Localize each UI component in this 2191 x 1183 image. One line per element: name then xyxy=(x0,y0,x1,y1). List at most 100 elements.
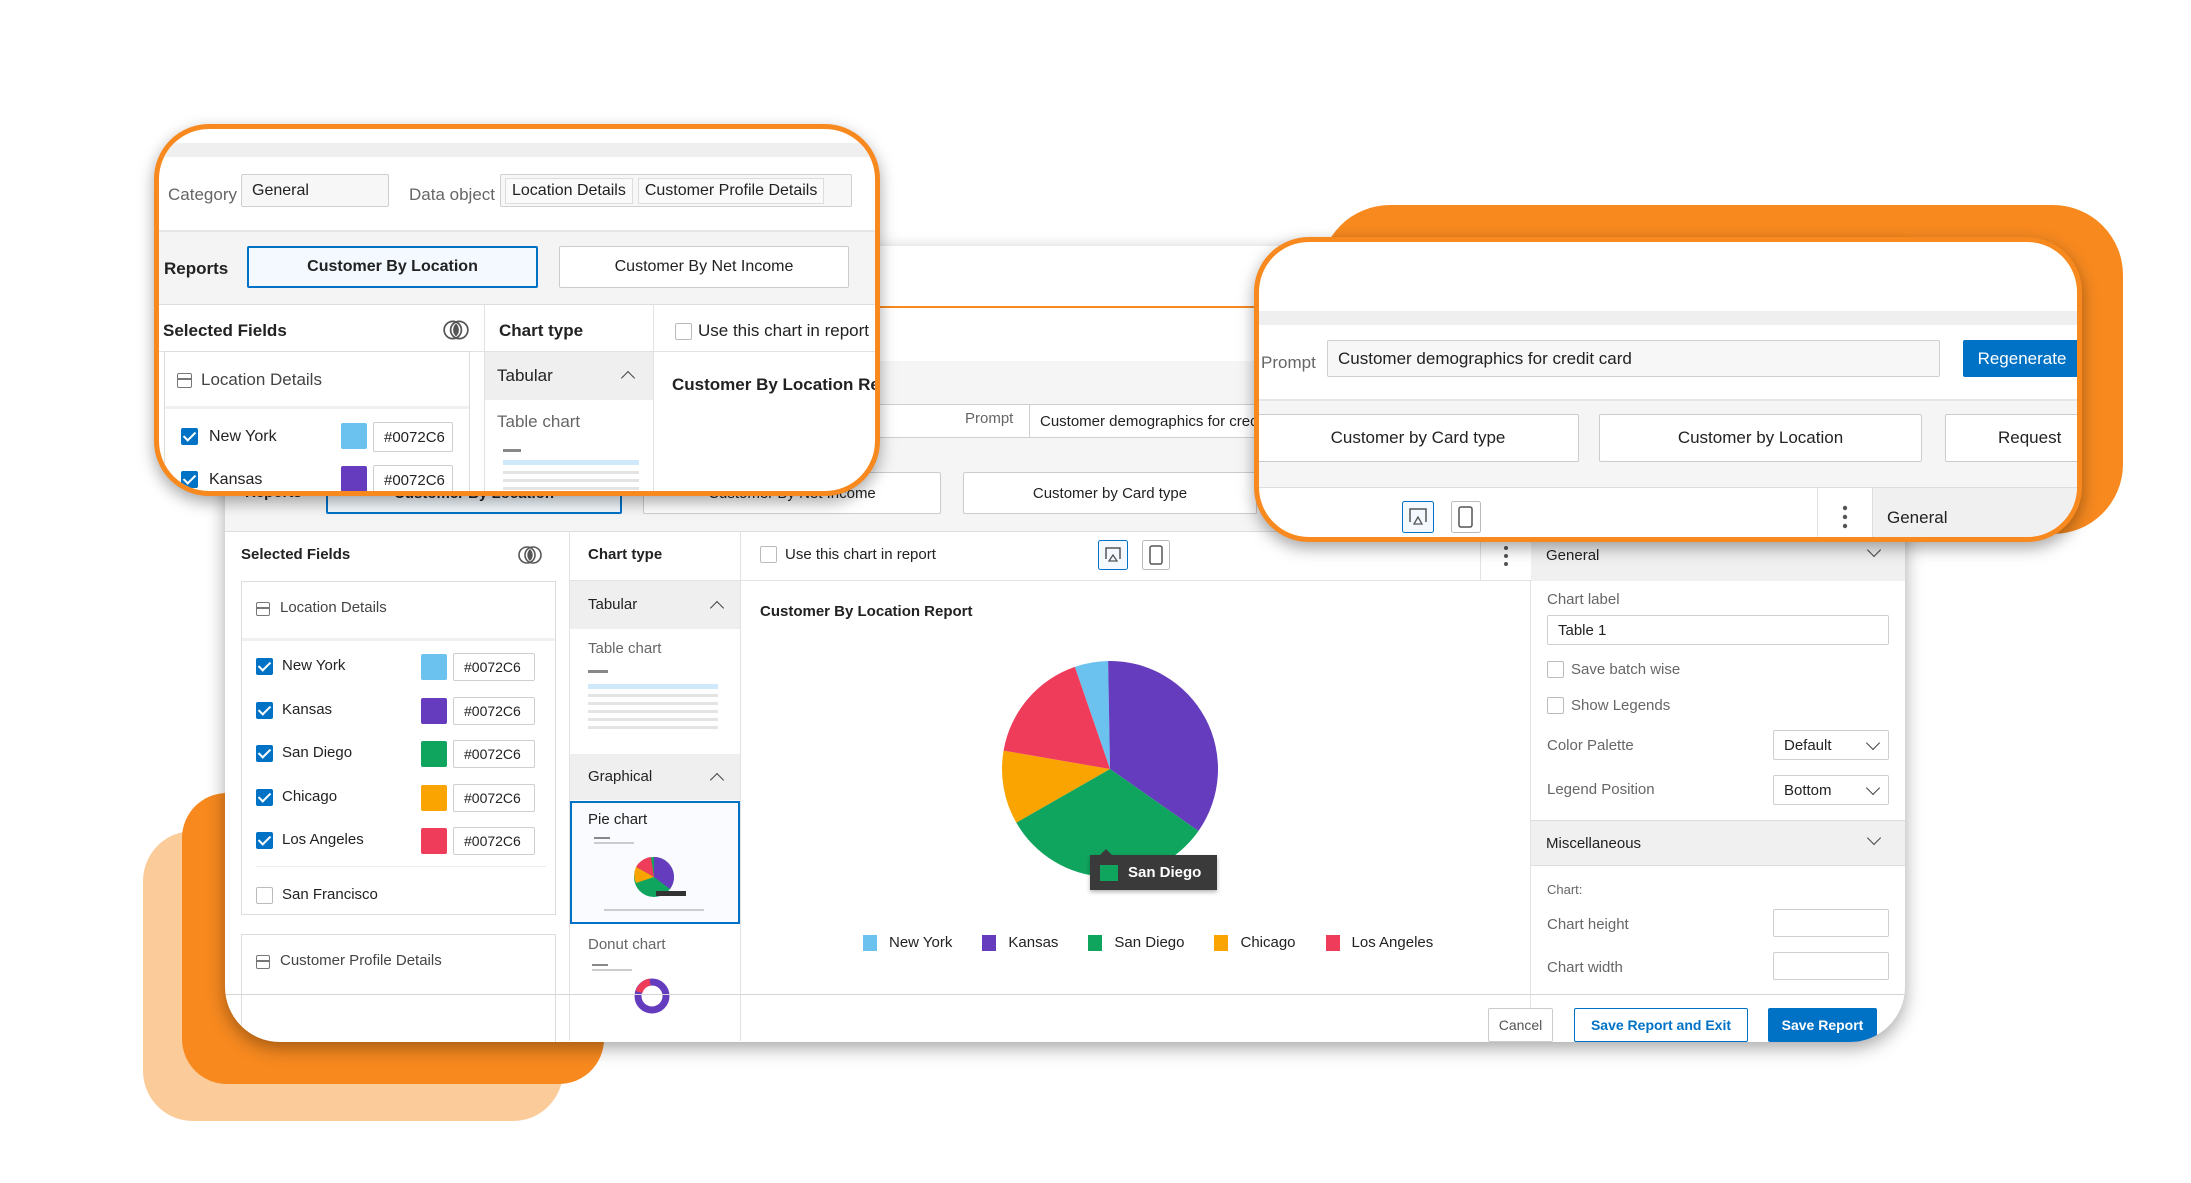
chart-option-donut[interactable]: Donut chart xyxy=(570,924,740,1042)
color-swatch[interactable] xyxy=(421,654,447,680)
select-value: Default xyxy=(1784,736,1832,754)
properties-general-header[interactable]: General xyxy=(1872,488,2077,537)
prompt-input[interactable]: Customer demographics for credit card xyxy=(1327,340,1940,377)
legend-swatch xyxy=(1325,934,1340,951)
ai-tab-card-type[interactable]: Customer by Card type xyxy=(1259,414,1579,462)
preview-title: Customer By Location Report xyxy=(760,603,973,620)
more-options-icon[interactable] xyxy=(1503,545,1509,567)
divider xyxy=(225,994,1905,995)
field-checkbox-kansas[interactable] xyxy=(256,702,273,719)
properties-misc-header[interactable]: Miscellaneous xyxy=(1531,820,1905,866)
field-checkbox-los-angeles[interactable] xyxy=(256,832,273,849)
field-label: New York xyxy=(282,657,346,674)
group-title: Customer Profile Details xyxy=(280,952,442,969)
color-swatch[interactable] xyxy=(341,423,367,449)
field-label: Kansas xyxy=(209,471,263,488)
field-checkbox-san-francisco[interactable] xyxy=(256,887,273,904)
data-object-chip[interactable]: Location Details xyxy=(505,177,633,204)
chart-option-table[interactable]: Table chart xyxy=(570,630,735,754)
legend-item[interactable]: New York xyxy=(863,934,952,951)
color-swatch[interactable] xyxy=(421,785,447,811)
regenerate-button[interactable]: Regenerate xyxy=(1963,340,2077,377)
table-chart-thumbnail xyxy=(588,666,718,736)
legend-position-select[interactable]: Bottom xyxy=(1773,775,1889,805)
pie-chart-thumbnail xyxy=(594,837,704,911)
desktop-view-icon[interactable] xyxy=(1098,540,1128,570)
color-hex-input[interactable]: #0072C6 xyxy=(373,422,453,452)
section-tabular[interactable]: Tabular xyxy=(485,352,653,400)
legend-label: San Diego xyxy=(1114,934,1185,951)
legend-item[interactable]: Chicago xyxy=(1214,934,1296,951)
group-title: Location Details xyxy=(201,370,322,389)
field-label: Los Angeles xyxy=(282,831,364,848)
chart-height-label: Chart height xyxy=(1547,916,1629,933)
mobile-view-icon[interactable] xyxy=(1451,501,1481,533)
legend-swatch xyxy=(1088,934,1103,951)
divider xyxy=(484,304,485,491)
save-report-exit-button[interactable]: Save Report and Exit xyxy=(1574,1008,1748,1042)
color-hex-input[interactable]: #0072C6 xyxy=(373,465,453,491)
field-checkbox-san-diego[interactable] xyxy=(256,745,273,762)
button-label: Regenerate xyxy=(1977,348,2067,368)
chart-width-label: Chart width xyxy=(1547,959,1623,976)
save-batch-checkbox[interactable] xyxy=(1547,661,1564,678)
section-graphical[interactable]: Graphical xyxy=(570,754,740,800)
legend-position-label: Legend Position xyxy=(1547,781,1655,798)
section-label: Tabular xyxy=(588,596,638,613)
chevron-down-icon xyxy=(1865,780,1881,796)
customer-profile-group[interactable]: Customer Profile Details xyxy=(241,934,556,1042)
legend-label: Los Angeles xyxy=(1351,934,1434,951)
field-checkbox-new-york[interactable] xyxy=(256,658,273,675)
color-hex-input[interactable]: #0072C6 xyxy=(453,827,535,855)
chart-height-input[interactable] xyxy=(1773,909,1889,937)
legend-item[interactable]: San Diego xyxy=(1088,934,1184,951)
divider xyxy=(1817,488,1818,537)
field-checkbox-new-york[interactable] xyxy=(181,428,198,445)
chart-type-title: Chart type xyxy=(499,321,584,340)
section-label: Graphical xyxy=(588,768,653,785)
color-swatch[interactable] xyxy=(421,828,447,854)
more-options-icon[interactable] xyxy=(1842,505,1848,529)
category-input[interactable]: General xyxy=(241,174,389,207)
field-checkbox-kansas[interactable] xyxy=(181,471,198,488)
legend-swatch xyxy=(982,934,997,951)
use-chart-checkbox[interactable] xyxy=(760,546,777,563)
use-chart-checkbox[interactable] xyxy=(675,323,692,340)
mobile-view-icon[interactable] xyxy=(1142,540,1170,570)
zoom-callout-ai-prompt: Prompt Customer demographics for credit … xyxy=(1254,237,2082,542)
data-object-input[interactable]: Location Details Customer Profile Detail… xyxy=(500,174,852,207)
legend-item[interactable]: Los Angeles xyxy=(1325,934,1434,951)
toggle-view-icon[interactable] xyxy=(442,318,470,342)
ai-tab-location[interactable]: Customer by Location xyxy=(1599,414,1922,462)
section-tabular[interactable]: Tabular xyxy=(570,581,740,629)
color-hex-input[interactable]: #0072C6 xyxy=(453,653,535,681)
chevron-down-icon xyxy=(1865,735,1881,751)
tab-customer-by-net-income[interactable]: Customer By Net Income xyxy=(559,246,849,288)
legend-item[interactable]: Kansas xyxy=(982,934,1058,951)
color-hex-input[interactable]: #0072C6 xyxy=(453,697,535,725)
chevron-up-icon xyxy=(709,772,725,788)
color-swatch[interactable] xyxy=(421,741,447,767)
cancel-button[interactable]: Cancel xyxy=(1488,1008,1553,1042)
color-hex-input[interactable]: #0072C6 xyxy=(453,740,535,768)
desktop-view-icon[interactable] xyxy=(1402,501,1434,533)
chevron-down-icon xyxy=(1866,542,1882,558)
color-swatch[interactable] xyxy=(421,698,447,724)
toggle-view-icon[interactable] xyxy=(517,544,543,566)
show-legends-checkbox[interactable] xyxy=(1547,697,1564,714)
select-value: Bottom xyxy=(1784,781,1832,799)
color-swatch[interactable] xyxy=(341,466,367,491)
field-label: Kansas xyxy=(282,701,333,718)
tab-customer-by-card-type[interactable]: Customer by Card type xyxy=(963,472,1257,514)
data-object-chip[interactable]: Customer Profile Details xyxy=(637,177,825,204)
color-hex-input[interactable]: #0072C6 xyxy=(453,784,535,812)
save-report-button[interactable]: Save Report xyxy=(1768,1008,1877,1042)
donut-chart-thumbnail xyxy=(592,964,670,1014)
chart-label-input[interactable]: Table 1 xyxy=(1547,615,1889,645)
chart-option-pie[interactable]: Pie chart xyxy=(570,801,740,924)
color-palette-select[interactable]: Default xyxy=(1773,730,1889,760)
ai-tab-request[interactable]: Request xyxy=(1945,414,2077,462)
tab-customer-by-location[interactable]: Customer By Location xyxy=(247,246,538,288)
chart-width-input[interactable] xyxy=(1773,952,1889,980)
field-checkbox-chicago[interactable] xyxy=(256,789,273,806)
